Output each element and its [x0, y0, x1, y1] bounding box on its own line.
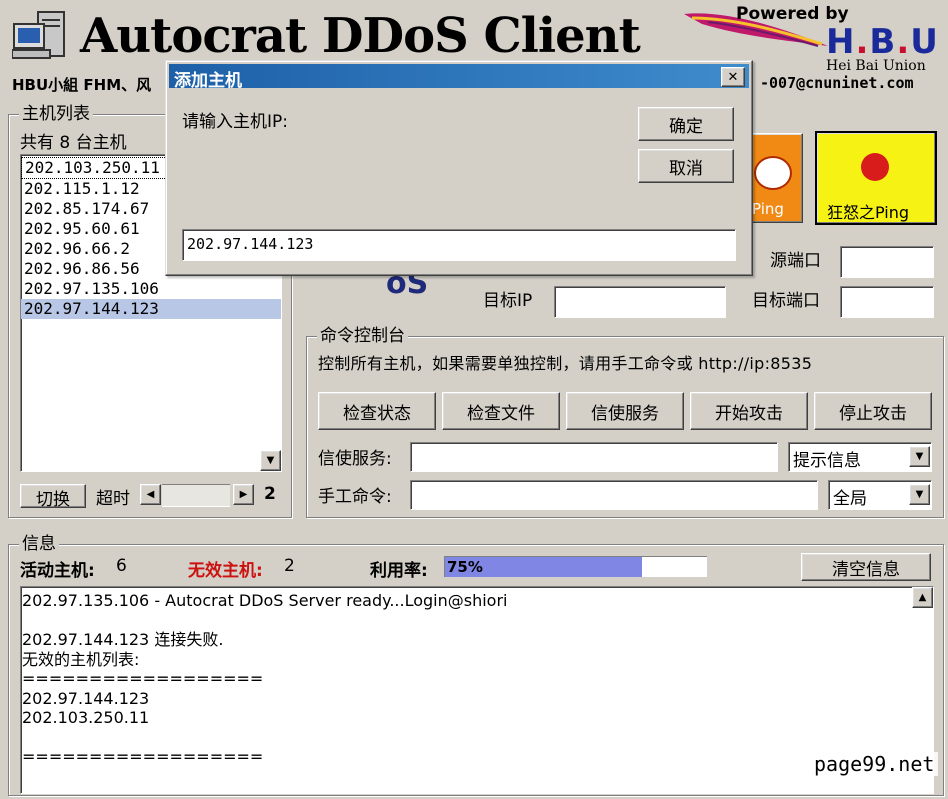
close-icon: ✕: [727, 69, 739, 85]
rage-ping-button[interactable]: 狂怒之Ping: [815, 131, 937, 225]
brand-logo: H.B.U: [826, 22, 939, 62]
dialog-close-button[interactable]: ✕: [721, 67, 745, 87]
info-log-line: 202.97.135.106 - Autocrat DDoS Server re…: [22, 591, 508, 610]
info-log-line: [22, 728, 933, 748]
brand-letter-u: U: [910, 22, 939, 62]
timeout-label: 超时: [96, 489, 130, 509]
info-log-line: 202.97.144.123: [22, 688, 150, 708]
source-port-input[interactable]: [840, 246, 934, 278]
info-log-line: 202.97.144.123 连接失败.: [22, 630, 224, 649]
stop-attack-button[interactable]: 停止攻击: [814, 392, 932, 430]
host-list-item[interactable]: 202.97.135.106: [21, 279, 281, 299]
timeout-increase-button[interactable]: ▶: [233, 484, 254, 505]
watermark: page99.net: [810, 752, 939, 776]
messenger-type-value: 提示信息: [793, 451, 861, 471]
scope-value: 全局: [833, 489, 867, 509]
messenger-input[interactable]: [410, 442, 778, 472]
target-ip-label: 目标IP: [483, 291, 533, 311]
ping-button-label: Ping: [752, 200, 784, 218]
dialog-prompt: 请输入主机IP:: [182, 112, 288, 132]
info-log-textarea[interactable]: 202.97.135.106 - Autocrat DDoS Server re…: [20, 586, 934, 794]
scroll-down-button[interactable]: ▼: [260, 450, 281, 471]
scope-select[interactable]: 全局 ▼: [828, 480, 932, 510]
messenger-type-select[interactable]: 提示信息 ▼: [788, 442, 932, 472]
arrow-right-icon: ▶: [239, 489, 248, 500]
messenger-label: 信使服务:: [318, 449, 392, 469]
timeout-value: 2: [264, 484, 276, 504]
timeout-decrease-button[interactable]: ◀: [140, 484, 161, 505]
arrow-down-icon: ▼: [266, 455, 275, 466]
active-hosts-value: 6: [116, 556, 127, 576]
subtitle: HBU小組 FHM、风: [12, 76, 152, 94]
target-port-label: 目标端口: [752, 291, 820, 311]
arrow-up-icon: ▲: [918, 592, 927, 603]
dialog-title-bar[interactable]: 添加主机 ✕: [169, 64, 749, 91]
start-attack-button[interactable]: 开始攻击: [690, 392, 808, 430]
info-log-line: ==================: [22, 669, 264, 688]
info-log-line: 202.103.250.11: [22, 708, 150, 727]
fox-face-icon: [754, 156, 792, 190]
dropdown-arrow-icon[interactable]: ▼: [909, 484, 930, 505]
info-log-line: ==================: [22, 747, 264, 766]
dialog-title: 添加主机: [174, 71, 242, 91]
source-port-label: 源端口: [770, 251, 821, 271]
check-file-button[interactable]: 检查文件: [442, 392, 560, 430]
arrow-left-icon: ◀: [146, 489, 155, 500]
dropdown-arrow-icon[interactable]: ▼: [909, 446, 930, 467]
manual-command-input[interactable]: [410, 480, 818, 510]
host-ip-input[interactable]: 202.97.144.123: [182, 229, 736, 261]
usage-label: 利用率:: [370, 561, 428, 581]
info-log-line: [22, 611, 933, 631]
brand-dot: .: [855, 22, 870, 62]
computer-icon: [11, 10, 68, 64]
host-ip-value: 202.97.144.123: [187, 235, 314, 253]
active-hosts-label: 活动主机:: [20, 561, 95, 581]
dialog-cancel-button[interactable]: 取消: [638, 149, 734, 183]
brand-subtitle: Hei Bai Union: [826, 58, 926, 74]
brand-letter-b: B: [869, 22, 897, 62]
target-ip-input[interactable]: [554, 286, 726, 318]
info-title: 信息: [19, 534, 59, 554]
command-console-title: 命令控制台: [317, 326, 408, 346]
console-description: 控制所有主机，如果需要单独控制，请用手工命令或 http://ip:8535: [318, 354, 813, 373]
scroll-up-button[interactable]: ▲: [912, 587, 933, 608]
messenger-service-button[interactable]: 信使服务: [566, 392, 684, 430]
angry-face-icon: [861, 153, 889, 181]
app-title: Autocrat DDoS Client: [80, 8, 641, 64]
dialog-ok-button[interactable]: 确定: [638, 107, 734, 141]
usage-progress-bar: 75%: [444, 556, 707, 577]
host-list-title: 主机列表: [19, 104, 93, 124]
add-host-dialog: 添加主机 ✕ 请输入主机IP: 确定 取消 202.97.144.123: [165, 60, 753, 276]
host-list-item-selected[interactable]: 202.97.144.123: [21, 299, 281, 319]
check-status-button[interactable]: 检查状态: [318, 392, 436, 430]
manual-command-label: 手工命令:: [318, 487, 392, 507]
clear-info-button[interactable]: 清空信息: [801, 553, 931, 581]
powered-by-label: Powered by: [736, 4, 849, 24]
contact-email: -007@cnuninet.com: [760, 74, 914, 92]
info-log-content: 202.97.135.106 - Autocrat DDoS Server re…: [21, 587, 933, 767]
usage-value: 75%: [447, 558, 483, 576]
brand-letter-h: H: [826, 22, 856, 62]
switch-button[interactable]: 切换: [20, 484, 86, 510]
invalid-hosts-value: 2: [284, 556, 295, 576]
brand-dot: .: [896, 22, 911, 62]
host-count-label: 共有 8 台主机: [20, 133, 127, 153]
target-port-input[interactable]: [840, 286, 934, 318]
info-log-line: 无效的主机列表:: [22, 649, 140, 669]
timeout-slider-track[interactable]: [162, 484, 230, 507]
invalid-hosts-label: 无效主机:: [188, 561, 263, 581]
rage-ping-label: 狂怒之Ping: [827, 203, 910, 222]
